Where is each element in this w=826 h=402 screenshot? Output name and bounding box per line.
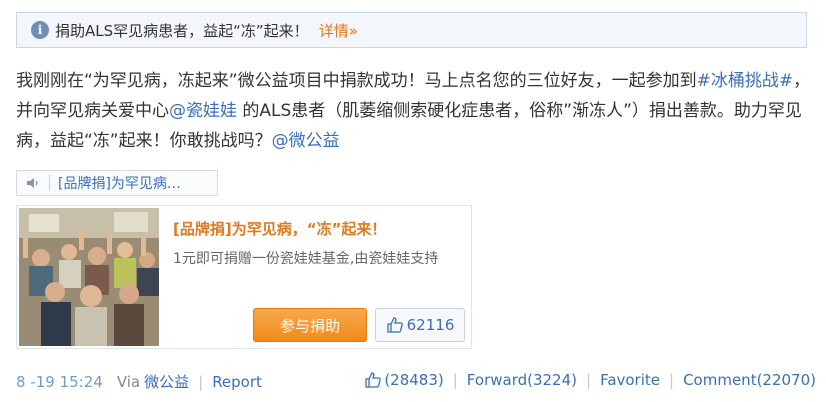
- thumbs-up-icon: [386, 317, 403, 333]
- post-footer: 8 -19 15:24 Via 微公益 | Report (28483) | F…: [16, 371, 816, 393]
- join-donation-button[interactable]: 参与捐助: [253, 308, 367, 342]
- mention-link-ciwawa[interactable]: @瓷娃娃: [169, 101, 237, 121]
- hashtag-link[interactable]: #冰桶挑战#: [697, 71, 794, 91]
- notice-bar: i 捐助ALS罕见病患者，益起“冻”起来！ 详情»: [16, 12, 807, 48]
- card-like-count: 62116: [406, 316, 455, 334]
- like-count-link[interactable]: (28483): [384, 371, 443, 389]
- divider: |: [198, 372, 204, 391]
- card-title[interactable]: [品牌捐]为罕见病，“冻”起来！: [173, 218, 386, 239]
- source-link[interactable]: 微公益: [144, 371, 189, 392]
- report-link[interactable]: Report: [212, 373, 262, 391]
- divider: |: [586, 371, 592, 389]
- post-text: 我刚刚在“为罕见病，冻起来”微公益项目中捐款成功！马上点名您的三位好友，一起参加…: [16, 66, 816, 156]
- via-label: Via: [116, 372, 141, 391]
- post-timestamp[interactable]: 8 -19 15:24: [16, 373, 103, 391]
- card-description: 1元即可捐赠一份瓷娃娃基金,由瓷娃娃支持: [173, 251, 439, 267]
- notice-text: 捐助ALS罕见病患者，益起“冻”起来！: [55, 21, 309, 40]
- divider: |: [669, 371, 675, 389]
- info-icon: i: [31, 21, 49, 39]
- chip-divider: [49, 175, 50, 191]
- link-chip-label: [品牌捐]为罕见病…: [58, 176, 181, 192]
- thumbs-up-icon[interactable]: [364, 371, 382, 389]
- comment-link[interactable]: Comment(22070): [683, 371, 816, 389]
- link-icon: [25, 176, 41, 190]
- favorite-link[interactable]: Favorite: [600, 371, 660, 389]
- donation-card: [品牌捐]为罕见病，“冻”起来！ 1元即可捐赠一份瓷娃娃基金,由瓷娃娃支持 参与…: [16, 205, 472, 349]
- divider: |: [452, 371, 458, 389]
- link-chip[interactable]: [品牌捐]为罕见病…: [16, 170, 218, 196]
- group-photo[interactable]: [19, 208, 159, 346]
- post-text-part1: 我刚刚在“为罕见病，冻起来”微公益项目中捐款成功！马上点名您的三位好友，一起参加…: [16, 71, 697, 91]
- mention-link-weigongyi[interactable]: @微公益: [272, 131, 340, 151]
- card-like-button[interactable]: 62116: [375, 308, 465, 342]
- notice-detail-link[interactable]: 详情»: [319, 20, 358, 41]
- forward-link[interactable]: Forward(3224): [467, 371, 577, 389]
